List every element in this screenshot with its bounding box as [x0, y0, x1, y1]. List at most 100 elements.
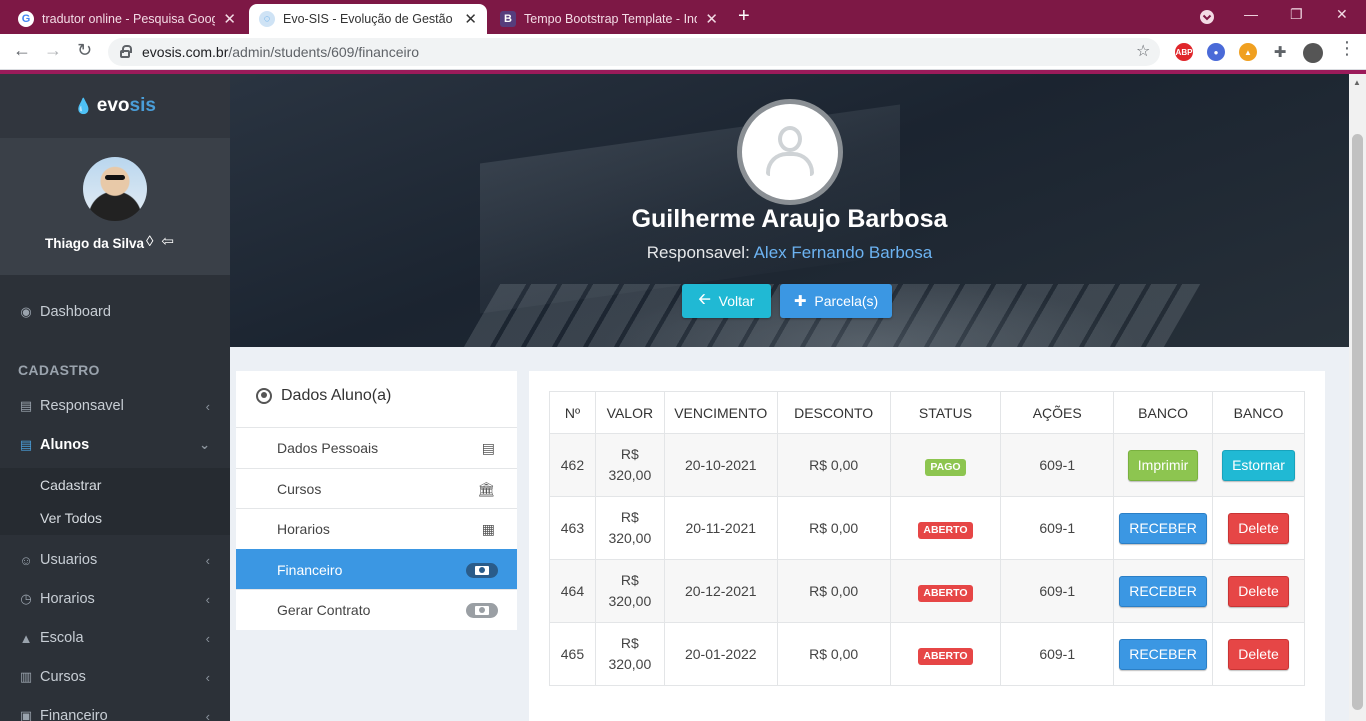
- panel-title: Dados Aluno(a): [256, 387, 391, 405]
- profile-actions: ◊⇦: [146, 232, 182, 250]
- cell-acoes: 609-1: [1000, 496, 1115, 560]
- nav-dados-pessoais[interactable]: Dados Pessoais ▤: [236, 427, 517, 468]
- sidebar-item-escola[interactable]: ▲ Escola ‹: [0, 620, 230, 656]
- id-card-icon: ▤: [19, 398, 33, 413]
- receber-button[interactable]: RECEBER: [1119, 575, 1207, 607]
- address-bar[interactable]: evosis.com.br/admin/students/609/finance…: [108, 38, 1160, 66]
- alunos-submenu: Cadastrar Ver Todos: [0, 468, 230, 535]
- imprimir-button[interactable]: Imprimir: [1127, 449, 1199, 481]
- money-icon: ▣: [19, 708, 33, 721]
- dashboard-icon: ◉: [20, 304, 32, 319]
- cell-acoes: 609-1: [1000, 559, 1115, 623]
- graduation-cap-icon: ▲: [19, 630, 33, 646]
- google-icon: G: [18, 11, 34, 27]
- tab-bootstrap-template[interactable]: B Tempo Bootstrap Template - Index ✕: [490, 4, 728, 34]
- table-row: 464 R$ 320,00 20-12-2021 R$ 0,00 ABERTO 6…: [549, 559, 1305, 623]
- cell-desconto: R$ 0,00: [776, 496, 891, 560]
- brand-sis: sis: [129, 95, 156, 116]
- tab-evosis[interactable]: ◌ Evo-SIS - Evolução de Gestão Escolar ✕: [249, 4, 487, 34]
- sidebar-item-label: Responsavel: [40, 398, 124, 414]
- submenu-item-cadastrar[interactable]: Cadastrar: [0, 468, 230, 501]
- table-row: 463 R$ 320,00 20-11-2021 R$ 0,00 ABERTO 6…: [549, 496, 1305, 560]
- nav-label: Horarios: [277, 521, 330, 537]
- chevron-down-icon: ⌄: [199, 437, 210, 452]
- nav-financeiro[interactable]: Financeiro: [236, 549, 517, 590]
- close-tab-icon[interactable]: ✕: [223, 10, 236, 28]
- url-path: /admin/students/609/financeiro: [228, 44, 420, 60]
- sidebar-item-label: Usuarios: [40, 552, 98, 568]
- parcelas-button[interactable]: ✚ Parcela(s): [780, 284, 892, 318]
- tab-search-icon[interactable]: [1198, 8, 1216, 29]
- col-header: VENCIMENTO: [663, 391, 778, 434]
- new-tab-icon[interactable]: +: [738, 5, 750, 28]
- chevron-left-icon: ‹: [205, 630, 210, 646]
- adblock-plus-icon[interactable]: ABP: [1175, 43, 1193, 61]
- responsavel-link[interactable]: Alex Fernando Barbosa: [754, 243, 933, 262]
- cell-banco: RECEBER: [1113, 622, 1214, 686]
- sidebar-item-horarios[interactable]: ◷ Horarios ‹: [0, 581, 230, 617]
- nav-horarios[interactable]: Horarios ▦: [236, 508, 517, 549]
- profile-avatar[interactable]: [1303, 43, 1323, 63]
- logout-icon[interactable]: ⇦: [161, 233, 182, 250]
- sidebar-item-responsavel[interactable]: ▤ Responsavel ‹: [0, 388, 230, 424]
- cell-banco: Delete: [1212, 496, 1305, 560]
- extension-circle-icon[interactable]: ●: [1207, 43, 1225, 61]
- sidebar-item-cursos[interactable]: ▥ Cursos ‹: [0, 659, 230, 695]
- reload-icon[interactable]: ↻: [77, 40, 92, 61]
- table-header-row: Nº VALOR VENCIMENTO DESCONTO STATUS AÇÕE…: [549, 391, 1305, 434]
- cell-status: ABERTO: [889, 496, 1002, 560]
- bootstrap-icon: B: [500, 11, 516, 27]
- valor-amount: 320,00: [608, 530, 652, 546]
- sidebar-item-label: Escola: [40, 630, 84, 646]
- sidebar-item-label: Horarios: [40, 591, 95, 607]
- student-name: Guilherme Araujo Barbosa: [631, 205, 948, 233]
- close-window-icon[interactable]: ✕: [1336, 6, 1348, 23]
- theme-drop-icon[interactable]: ◊: [146, 233, 161, 250]
- tab-google-search[interactable]: G tradutor online - Pesquisa Google ✕: [8, 4, 246, 34]
- brand-logo[interactable]: 💧 evo sis: [0, 74, 230, 138]
- delete-button[interactable]: Delete: [1228, 575, 1289, 607]
- minimize-icon[interactable]: —: [1244, 6, 1258, 22]
- cell-desconto: R$ 0,00: [776, 622, 891, 686]
- extension-figure-icon[interactable]: ▲: [1239, 43, 1257, 61]
- responsavel-label: Responsavel:: [646, 243, 750, 262]
- status-badge: ABERTO: [918, 521, 973, 539]
- voltar-button[interactable]: 🡠 Voltar: [682, 284, 771, 318]
- back-icon[interactable]: ←: [13, 40, 31, 61]
- scrollbar-thumb[interactable]: [1352, 134, 1363, 710]
- estornar-button[interactable]: Estornar: [1222, 449, 1295, 481]
- cell-acoes: 609-1: [1000, 433, 1115, 497]
- delete-button[interactable]: Delete: [1228, 638, 1289, 670]
- receber-button[interactable]: RECEBER: [1119, 638, 1207, 670]
- close-tab-icon[interactable]: ✕: [705, 10, 718, 28]
- receber-button[interactable]: RECEBER: [1119, 512, 1207, 544]
- browser-menu-icon[interactable]: ⋮: [1338, 38, 1356, 59]
- cell-status: PAGO: [889, 433, 1002, 497]
- sidebar-item-usuarios[interactable]: ☺ Usuarios ‹: [0, 542, 230, 578]
- sidebar-item-alunos[interactable]: ▤ Alunos ⌄: [0, 427, 230, 463]
- chevron-left-icon: ‹: [205, 552, 210, 568]
- delete-button[interactable]: Delete: [1228, 512, 1289, 544]
- cell-numero: 465: [549, 622, 596, 686]
- cell-vencimento: 20-12-2021: [663, 559, 778, 623]
- bookmark-star-icon[interactable]: ☆: [1136, 41, 1150, 61]
- sidebar-item-financeiro[interactable]: ▣ Financeiro ‹: [0, 698, 230, 721]
- extensions-puzzle-icon[interactable]: ✚: [1271, 43, 1289, 61]
- close-tab-icon[interactable]: ✕: [464, 10, 477, 28]
- student-avatar: [737, 99, 843, 205]
- forward-icon[interactable]: →: [44, 40, 62, 61]
- nav-cursos[interactable]: Cursos 🏛: [236, 468, 517, 509]
- panel-title-text: Dados Aluno(a): [281, 387, 392, 404]
- parcelas-label: Parcela(s): [814, 293, 879, 309]
- cell-banco: Estornar: [1212, 433, 1305, 497]
- browser-tab-bar: G tradutor online - Pesquisa Google ✕ ◌ …: [0, 0, 1366, 34]
- book-icon: ▥: [19, 669, 33, 684]
- sidebar-item-dashboard[interactable]: ◉ Dashboard: [0, 294, 230, 330]
- nav-gerar-contrato[interactable]: Gerar Contrato: [236, 589, 517, 630]
- restore-icon[interactable]: ❐: [1290, 6, 1303, 23]
- submenu-item-ver-todos[interactable]: Ver Todos: [0, 501, 230, 534]
- sidebar-item-label: Dashboard: [40, 304, 111, 320]
- col-header: STATUS: [889, 391, 1002, 434]
- scroll-up-icon[interactable]: ▲: [1353, 78, 1361, 87]
- page-scrollbar[interactable]: ▲: [1349, 74, 1366, 721]
